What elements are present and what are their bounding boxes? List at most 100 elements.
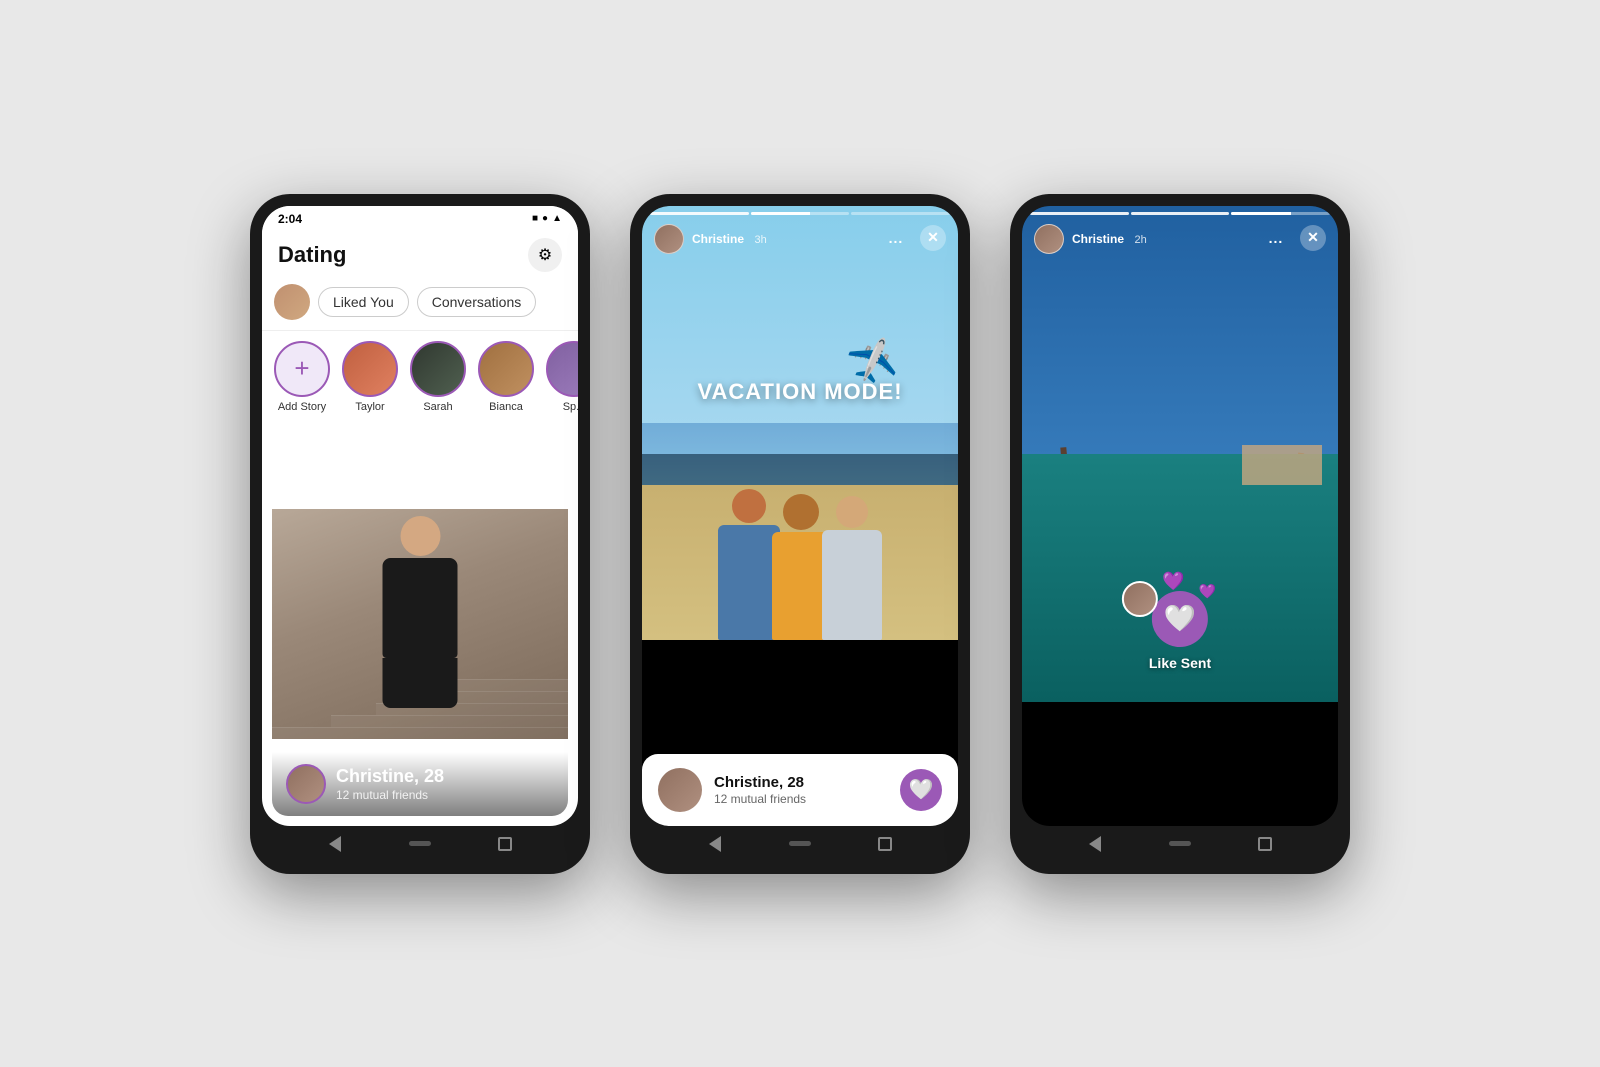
story-sarah[interactable]: Sarah — [410, 341, 466, 413]
status-icons: ■ ● ▲ — [532, 213, 562, 224]
time-display: 2:04 — [278, 212, 302, 226]
home-button[interactable] — [409, 833, 431, 855]
progress-2 — [751, 212, 850, 215]
back-button[interactable] — [324, 833, 346, 855]
stair-5 — [456, 679, 568, 691]
person-1 — [718, 489, 780, 640]
head-3 — [836, 496, 868, 528]
more-options-button[interactable]: ... — [882, 224, 910, 252]
dating-tabs: Liked You Conversations — [262, 278, 578, 331]
story-user-text-3: Christine 2h — [1072, 230, 1147, 248]
phone-2: Christine 3h ... ✕ VACATION MODE! ✈️ Chr… — [630, 194, 970, 874]
phone-1-nav-bar — [262, 826, 578, 862]
back-icon — [329, 836, 341, 852]
bianca-label: Bianca — [489, 401, 523, 413]
home-button-3[interactable] — [1169, 833, 1191, 855]
dating-title: Dating — [278, 242, 346, 268]
home-icon — [409, 841, 431, 846]
profile-name-row: Christine, 28 12 mutual friends — [286, 764, 554, 804]
story-bottom-card-2: Christine, 28 12 mutual friends 🤍 — [642, 754, 958, 826]
story-user-info-3: Christine 2h — [1034, 224, 1147, 254]
resort-background — [1022, 206, 1338, 826]
recents-button[interactable] — [494, 833, 516, 855]
head-1 — [732, 489, 766, 523]
home-icon-3 — [1169, 841, 1191, 846]
tab-liked-you[interactable]: Liked You — [318, 287, 409, 317]
more-icon-3: ... — [1269, 230, 1284, 246]
story-screen-3: Christine 2h ... ✕ 💜 💜 � — [1022, 206, 1338, 826]
gear-icon: ⚙ — [538, 245, 552, 265]
profile-text: Christine, 28 12 mutual friends — [336, 766, 554, 802]
person-3 — [822, 496, 882, 640]
story-username: Christine — [692, 232, 744, 246]
more-options-button-3[interactable]: ... — [1262, 224, 1290, 252]
sparkle-heart-2: 💜 — [1199, 583, 1216, 600]
recents-icon-2 — [878, 837, 892, 851]
sparkle-heart-1: 💜 — [1162, 571, 1184, 592]
bottom-card-name: Christine, 28 — [714, 774, 888, 791]
sarah-label: Sarah — [423, 401, 452, 413]
close-button-3[interactable]: ✕ — [1300, 225, 1326, 251]
heart-filled-icon: 🤍 — [1164, 603, 1196, 634]
beach-background — [642, 206, 958, 826]
story-user-text: Christine 3h — [692, 230, 767, 248]
add-story-button[interactable]: + — [274, 341, 330, 397]
signal-icon: ■ — [532, 213, 538, 224]
person-head — [400, 516, 440, 556]
profile-thumbnail — [286, 764, 326, 804]
settings-button[interactable]: ⚙ — [528, 238, 562, 272]
profile-info-overlay: Christine, 28 12 mutual friends — [272, 752, 568, 816]
close-button[interactable]: ✕ — [920, 225, 946, 251]
close-icon: ✕ — [927, 229, 939, 246]
story-sp[interactable]: Sp... — [546, 341, 578, 413]
story-screen-2: Christine 3h ... ✕ VACATION MODE! ✈️ Chr… — [642, 206, 958, 826]
profile-card[interactable]: Christine, 28 12 mutual friends — [272, 433, 568, 816]
person-legs — [383, 658, 458, 708]
stair-2 — [331, 715, 568, 727]
taylor-avatar — [342, 341, 398, 397]
story-time: 3h — [754, 234, 766, 246]
taylor-label: Taylor — [355, 401, 384, 413]
story-actions-2[interactable]: ... ✕ — [882, 224, 946, 252]
bottom-card-avatar — [658, 768, 702, 812]
back-button-3[interactable] — [1084, 833, 1106, 855]
phone-2-screen: Christine 3h ... ✕ VACATION MODE! ✈️ Chr… — [642, 206, 958, 826]
head-2 — [783, 494, 819, 530]
tab-conversations[interactable]: Conversations — [417, 287, 537, 317]
back-button-2[interactable] — [704, 833, 726, 855]
back-icon-2 — [709, 836, 721, 852]
phone-3: Christine 2h ... ✕ 💜 💜 � — [1010, 194, 1350, 874]
people-group — [718, 489, 882, 640]
building — [1242, 445, 1322, 485]
wifi-icon: ● — [542, 213, 548, 224]
recents-button-3[interactable] — [1254, 833, 1276, 855]
phone-3-screen: Christine 2h ... ✕ 💜 💜 � — [1022, 206, 1338, 826]
add-story-item[interactable]: + Add Story — [274, 341, 330, 413]
more-icon: ... — [889, 230, 904, 246]
progress-3 — [851, 212, 950, 215]
story-actions-3[interactable]: ... ✕ — [1262, 224, 1326, 252]
person-figure — [383, 516, 458, 708]
progress-bars-3 — [1030, 212, 1330, 215]
home-icon-2 — [789, 841, 811, 846]
sp-label: Sp... — [563, 401, 578, 413]
like-button-2[interactable]: 🤍 — [900, 769, 942, 811]
body-1 — [718, 525, 780, 640]
story-time-3: 2h — [1134, 234, 1146, 246]
bottom-card-mutual: 12 mutual friends — [714, 792, 888, 806]
phone-3-nav-bar — [1022, 826, 1338, 862]
body-3 — [822, 530, 882, 640]
like-sent-overlay: 💜 💜 🤍 Like Sent — [1149, 591, 1211, 671]
status-bar-1: 2:04 ■ ● ▲ — [262, 206, 578, 230]
progress-3-3 — [1231, 212, 1330, 215]
recents-button-2[interactable] — [874, 833, 896, 855]
like-sent-text: Like Sent — [1149, 655, 1211, 671]
home-button-2[interactable] — [789, 833, 811, 855]
progress-1 — [650, 212, 749, 215]
story-bianca[interactable]: Bianca — [478, 341, 534, 413]
story-user-info-2: Christine 3h — [654, 224, 767, 254]
stair-1 — [272, 727, 568, 739]
story-taylor[interactable]: Taylor — [342, 341, 398, 413]
sarah-avatar — [410, 341, 466, 397]
progress-3-2 — [1131, 212, 1230, 215]
